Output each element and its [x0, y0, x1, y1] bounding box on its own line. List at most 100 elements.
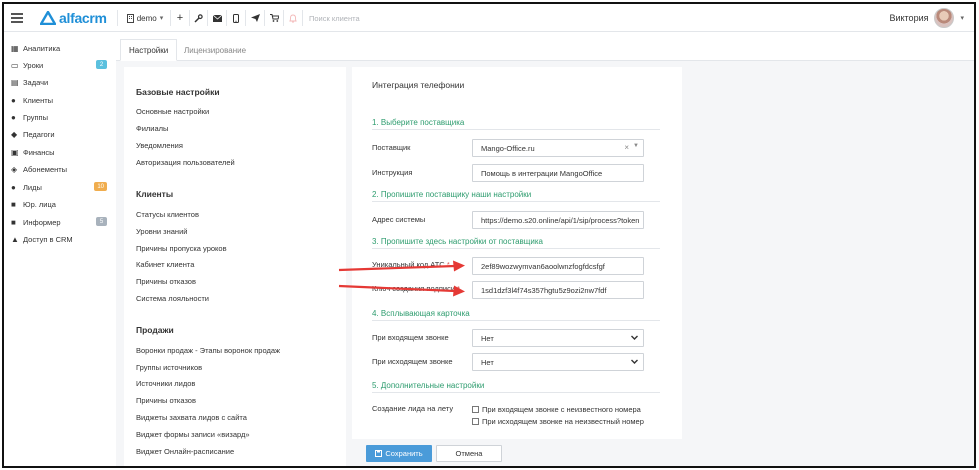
avatar — [934, 8, 955, 28]
sidebar-item-groups[interactable]: ● Группы — [11, 109, 111, 126]
sidebar-item-legal-entities[interactable]: ■ Юр. лица — [11, 196, 111, 213]
sidebar-item-label: Информер — [23, 218, 61, 227]
tasks-icon: ▤ — [11, 78, 19, 87]
settings-link[interactable]: Статусы клиентов — [136, 210, 199, 219]
section-title: 3. Пропишите здесь настройки от поставщи… — [372, 237, 660, 249]
incoming-unknown-checkbox[interactable]: При входящем звонке с неизвестного номер… — [472, 405, 641, 414]
settings-link[interactable]: Виджеты захвата лидов с сайта — [136, 413, 247, 422]
divider — [226, 10, 227, 26]
sidebar-item-analytics[interactable]: ▦ Аналитика — [11, 40, 111, 57]
form-footer: Сохранить Отмена — [352, 439, 682, 466]
divider — [283, 10, 284, 26]
sidebar-item-label: Лиды — [23, 183, 42, 192]
settings-link[interactable]: Филиалы — [136, 124, 168, 133]
user-name: Виктория — [889, 13, 929, 23]
settings-link[interactable]: Причины отказов — [136, 277, 196, 286]
caret-down-icon: ▼ — [633, 143, 639, 149]
settings-link[interactable]: Основные настройки — [136, 107, 209, 116]
menu-icon[interactable] — [10, 4, 24, 32]
address-field[interactable]: https://demo.s20.online/api/1/sip/proces… — [472, 211, 644, 229]
sidebar-item-informer[interactable]: ■ Информер 5 — [11, 214, 111, 231]
plus-icon[interactable]: + — [172, 4, 188, 32]
arrow-icon — [338, 260, 465, 272]
sidebar-item-label: Группы — [23, 113, 48, 122]
sidebar-item-label: Доступ в CRM — [23, 235, 73, 244]
section-title: 2. Пропишите поставщику наши настройки — [372, 190, 660, 202]
section-title: 1. Выберите поставщика — [372, 118, 660, 130]
settings-link[interactable]: Группы источников — [136, 363, 202, 372]
building-icon — [126, 13, 134, 23]
checkbox-label: При входящем звонке с неизвестного номер… — [482, 405, 641, 414]
instruction-link[interactable]: Помощь в интеграции MangoOffice — [472, 164, 644, 182]
settings-link[interactable]: Причины отказов — [136, 396, 196, 405]
provider-label: Поставщик — [372, 143, 411, 152]
settings-link[interactable]: Виджет формы записи «визард» — [136, 430, 250, 439]
settings-link[interactable]: Причины пропуска уроков — [136, 244, 227, 253]
settings-link[interactable]: Источники лидов — [136, 379, 195, 388]
sidebar-item-lessons[interactable]: ▭ Уроки 2 — [11, 57, 111, 74]
lock-icon: ▲ — [11, 235, 19, 244]
sidebar-item-crm-access[interactable]: ▲ Доступ в CRM — [11, 231, 111, 248]
briefcase-icon: ■ — [11, 200, 16, 209]
outgoing-call-select[interactable]: Нет — [472, 353, 644, 371]
settings-link[interactable]: Уровни знаний — [136, 227, 187, 236]
address-label: Адрес системы — [372, 215, 426, 224]
save-label: Сохранить — [385, 449, 423, 458]
badge-count: 10 — [94, 182, 107, 191]
phone-icon[interactable] — [228, 4, 244, 32]
outgoing-unknown-checkbox[interactable]: При исходящем звонке на неизвестный номе… — [472, 417, 644, 426]
settings-link[interactable]: Уведомления — [136, 141, 183, 150]
sidebar-item-tasks[interactable]: ▤ Задачи — [11, 74, 111, 91]
settings-menu: Базовые настройки Основные настройки Фил… — [124, 67, 346, 466]
tag-icon: ◈ — [11, 165, 18, 174]
sidebar-item-finance[interactable]: ▣ Финансы — [11, 144, 111, 161]
sidebar-item-subscriptions[interactable]: ◈ Абонементы — [11, 161, 111, 178]
caret-down-icon: ▾ — [159, 15, 164, 22]
branch-selector[interactable]: demo ▾ — [124, 4, 166, 32]
logo[interactable]: alfacrm — [40, 4, 107, 32]
ats-code-field[interactable]: 2ef89wozwymvan6aoolwnzfogfdcsfgf — [472, 257, 644, 275]
mail-icon[interactable] — [209, 4, 225, 32]
tab-licensing[interactable]: Лицензирование — [176, 39, 254, 61]
tab-settings[interactable]: Настройки — [120, 39, 178, 61]
sidebar-item-clients[interactable]: ● Клиенты — [11, 92, 111, 109]
bell-icon[interactable] — [285, 4, 301, 32]
sidebar-item-label: Задачи — [23, 78, 49, 87]
search-input[interactable]: Поиск клиента — [309, 4, 360, 32]
settings-link[interactable]: Авторизация пользователей — [136, 158, 235, 167]
settings-link[interactable]: Виджет Онлайн-расписание — [136, 447, 234, 456]
settings-link[interactable]: Система лояльности — [136, 294, 209, 303]
incoming-call-select[interactable]: Нет — [472, 329, 644, 347]
signature-key-field[interactable]: 1sd1dzf3l4f74s357hgtu5z9ozi2nw7fdf — [472, 281, 644, 299]
checkbox[interactable] — [472, 418, 479, 425]
chevron-down-icon — [631, 359, 638, 364]
annotation-arrows — [338, 260, 465, 297]
sidebar-item-label: Абонементы — [23, 165, 68, 174]
sidebar-item-teachers[interactable]: ◆ Педагоги — [11, 126, 111, 143]
divider — [207, 10, 208, 26]
clear-icon[interactable]: × — [624, 143, 629, 152]
checkbox[interactable] — [472, 406, 479, 413]
cancel-button[interactable]: Отмена — [436, 445, 502, 462]
section-title: 5. Дополнительные настройки — [372, 381, 660, 393]
settings-link[interactable]: Кабинет клиента — [136, 260, 194, 269]
caret-down-icon: ▾ — [960, 15, 964, 22]
badge-count: 5 — [96, 217, 107, 226]
app-window: alfacrm demo ▾ + Поиск клиента Виктория … — [2, 2, 976, 468]
provider-select[interactable]: Mango-Office.ru × ▼ — [472, 139, 644, 157]
sidebar-item-leads[interactable]: ● Лиды 10 — [11, 179, 111, 196]
user-menu[interactable]: Виктория ▾ — [889, 4, 964, 32]
send-icon[interactable] — [247, 4, 263, 32]
user-plus-icon: ● — [11, 183, 16, 192]
save-button[interactable]: Сохранить — [366, 445, 432, 462]
wrench-icon[interactable] — [190, 4, 206, 32]
outgoing-call-value: Нет — [481, 357, 494, 367]
section-heading: Базовые настройки — [136, 87, 220, 97]
form-title: Интеграция телефонии — [372, 80, 465, 90]
sidebar-item-label: Педагоги — [23, 130, 55, 139]
instruction-label: Инструкция — [372, 168, 413, 177]
sidebar-item-label: Юр. лица — [23, 200, 56, 209]
sidebar-item-label: Аналитика — [23, 44, 61, 53]
cart-icon[interactable] — [266, 4, 282, 32]
settings-link[interactable]: Воронки продаж - Этапы воронок продаж — [136, 346, 280, 355]
